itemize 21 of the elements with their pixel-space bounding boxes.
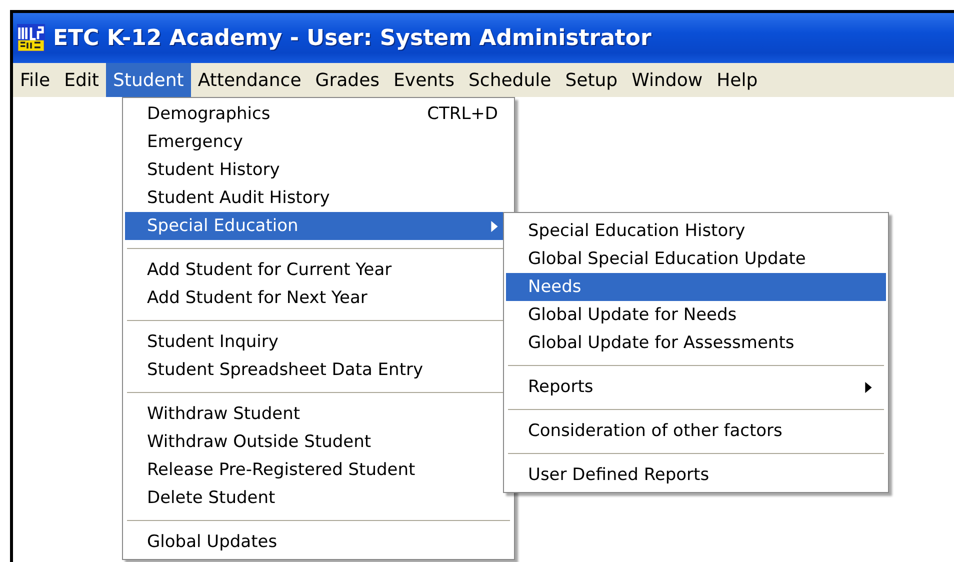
menu-item[interactable]: File [13,63,58,97]
menu-item[interactable]: Setup [558,63,625,97]
logo-icon [17,24,45,52]
menu-item[interactable]: Edit [57,63,106,97]
menu-item[interactable]: Events [386,63,462,97]
menu-item[interactable]: Needs [506,273,886,301]
menu-item[interactable]: Emergency [125,128,512,156]
menu-item[interactable]: Schedule [462,63,558,97]
window-title: ETC K-12 Academy - User: System Administrator [53,26,652,50]
menu-item[interactable]: Help [710,63,765,97]
menu-item[interactable]: Global Updates [125,528,512,556]
menu-item[interactable]: Student History [125,156,512,184]
menu-item[interactable]: Student [106,63,191,97]
menu-item[interactable]: Grades [308,63,387,97]
menu-item[interactable]: Attendance [190,63,308,97]
menu-item[interactable]: Window [624,63,710,97]
submenu-arrow-icon [865,382,872,392]
submenu-arrow-icon [491,220,498,232]
menu-item[interactable]: Student Audit History [125,184,512,212]
shortcut-label: CTRL+D [427,104,498,124]
menu-item[interactable]: Demographics CTRL+D [125,100,512,128]
